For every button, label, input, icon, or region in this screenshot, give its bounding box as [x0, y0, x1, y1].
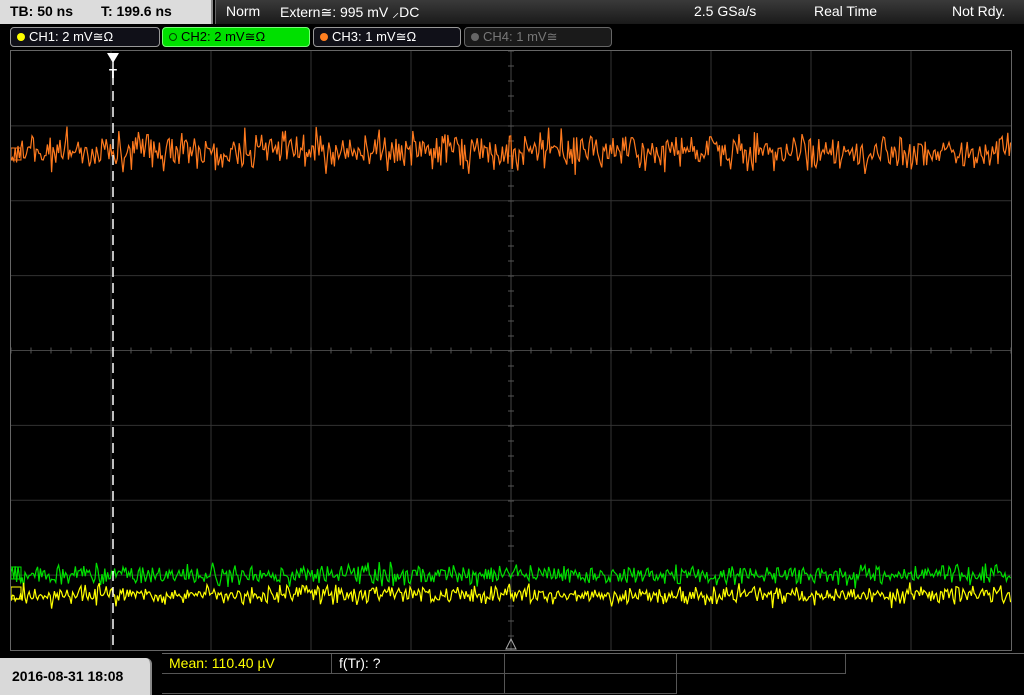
acquisition-mode: Norm	[226, 3, 261, 19]
measurement-cell[interactable]	[505, 674, 677, 694]
trigger-position-icon[interactable]	[107, 53, 119, 63]
acquisition-status-strip[interactable]: Norm Extern≅: 995 mV ⸝DC 2.5 GSa/s Real …	[215, 0, 1024, 24]
tab-ch3[interactable]: CH3: 1 mV≅Ω	[313, 27, 461, 47]
measurement-frequency: f(Tr): ?	[339, 655, 381, 671]
trigger-time-readout: T: 199.6 ns	[101, 3, 172, 19]
tab-ch4-label: CH4: 1 mV≅	[483, 29, 558, 44]
tab-ch1[interactable]: CH1: 2 mV≅Ω	[10, 27, 160, 47]
tab-ch2[interactable]: CH2: 2 mV≅Ω	[162, 27, 310, 47]
acquisition-type: Real Time	[814, 3, 878, 19]
trigger-status: Not Rdy.	[952, 3, 1006, 19]
footer-bar: 2016-08-31 18:08 Mean: 110.40 µV f(Tr): …	[0, 653, 1024, 695]
sample-rate: 2.5 GSa/s	[694, 3, 757, 19]
tab-ch1-label: CH1: 2 mV≅Ω	[29, 29, 114, 44]
waveform-canvas: T	[11, 51, 1011, 650]
channel-indicator-icon	[169, 33, 177, 41]
datetime-readout: 2016-08-31 18:08	[12, 668, 124, 684]
measurement-cell[interactable]	[677, 654, 846, 674]
timebase-readout: TB: 50 ns	[10, 3, 74, 19]
measurement-cell[interactable]	[162, 674, 505, 694]
measurement-cell[interactable]: f(Tr): ?	[332, 654, 505, 674]
channel-indicator-icon	[17, 33, 25, 41]
tab-ch3-label: CH3: 1 mV≅Ω	[332, 29, 417, 44]
trigger-settings: Extern≅: 995 mV ⸝DC	[280, 4, 420, 20]
datetime-box: 2016-08-31 18:08	[0, 658, 152, 695]
channel-tabs: CH1: 2 mV≅Ω CH2: 2 mV≅Ω CH3: 1 mV≅Ω CH4:…	[0, 26, 1024, 48]
measurement-cell[interactable]: Mean: 110.40 µV	[162, 654, 332, 674]
measurement-cell[interactable]	[505, 654, 677, 674]
trigger-marker-label: T	[109, 66, 117, 81]
measurement-panel: Mean: 110.40 µV f(Tr): ?	[162, 653, 1024, 695]
channel-indicator-icon	[320, 33, 328, 41]
status-bar: TB: 50 ns T: 199.6 ns Norm Extern≅: 995 …	[0, 0, 1024, 24]
tab-ch2-label: CH2: 2 mV≅Ω	[181, 29, 266, 44]
waveform-display[interactable]: T	[10, 50, 1012, 651]
channel-indicator-icon	[471, 33, 479, 41]
tab-ch4[interactable]: CH4: 1 mV≅	[464, 27, 612, 47]
measurement-mean: Mean: 110.40 µV	[169, 655, 275, 671]
timebase-box[interactable]: TB: 50 ns T: 199.6 ns	[0, 0, 213, 24]
